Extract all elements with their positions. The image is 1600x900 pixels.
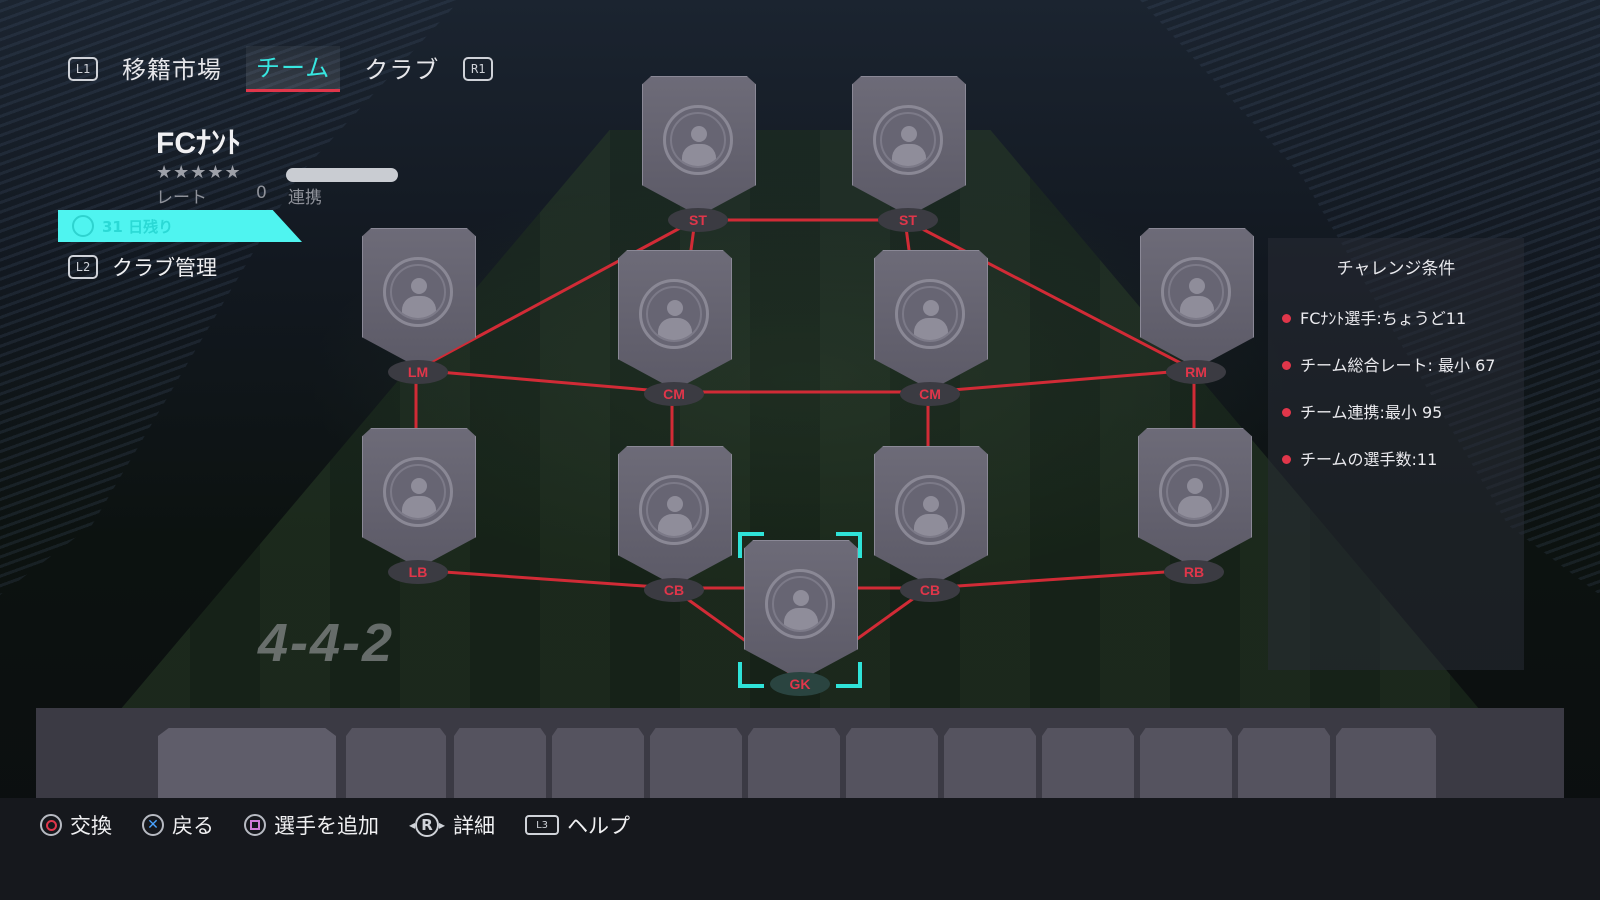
circle-button-icon [40,814,62,836]
bench-slot[interactable] [1238,728,1330,808]
empty-player-card [362,228,476,368]
selection-corner-icon [738,532,764,558]
hint-swap[interactable]: 交換 [40,810,112,840]
requirement-text: チームの選手数:11 [1300,450,1438,469]
player-placeholder-icon [663,105,733,175]
controller-hints: 交換 ✕ 戻る 選手を追加 ◂ R ▸ 詳細 L3 ヘルプ [40,810,652,840]
empty-player-card [1140,228,1254,368]
hint-back[interactable]: ✕ 戻る [142,810,214,840]
requirement-text: チーム総合レート: 最小 67 [1300,356,1496,375]
player-placeholder-icon [895,279,965,349]
challenge-requirements-panel: チャレンジ条件 FCﾅﾝﾄ選手:ちょうど11 チーム総合レート: 最小 67 チ… [1268,238,1524,670]
empty-player-card [744,540,858,680]
player-slot-st-right[interactable]: ST [852,76,966,234]
selection-corner-icon [738,662,764,688]
bullet-icon [1282,408,1291,417]
player-placeholder-icon [383,257,453,327]
position-label: RM [1166,360,1226,384]
player-slot-lm[interactable]: LM [362,228,476,386]
player-slot-lb[interactable]: LB [362,428,476,586]
bullet-icon [1282,455,1291,464]
right-stick-icon: R [415,813,440,837]
touchpad-icon: L3 [525,815,560,835]
bench-slot[interactable] [748,728,840,808]
position-label: GK [770,672,830,696]
hint-help[interactable]: L3 ヘルプ [525,810,630,840]
hint-details[interactable]: ◂ R ▸ 詳細 [409,810,495,840]
position-label: RB [1164,560,1224,584]
right-arrow-icon: ▸ [439,818,446,832]
position-label: CM [644,382,704,406]
bench-slot[interactable] [846,728,938,808]
requirements-list: FCﾅﾝﾄ選手:ちょうど11 チーム総合レート: 最小 67 チーム連携:最小 … [1282,306,1518,494]
player-slot-cm-right[interactable]: CM [874,250,988,408]
empty-player-card [618,446,732,586]
requirement-item: チーム連携:最小 95 [1282,400,1518,425]
player-slot-gk[interactable]: GK [738,532,862,698]
position-label: ST [668,208,728,232]
bench-slot[interactable] [944,728,1036,808]
bench-slot[interactable] [1336,728,1436,808]
bench-slot[interactable] [158,728,336,808]
player-placeholder-icon [639,475,709,545]
position-label: LM [388,360,448,384]
empty-player-card [874,446,988,586]
hint-label: 交換 [70,814,112,838]
empty-player-card [852,76,966,216]
bench-slot[interactable] [346,728,446,808]
position-label: LB [388,560,448,584]
hint-label: 戻る [172,814,214,838]
challenge-title: チャレンジ条件 [1336,259,1456,279]
player-slot-cb-left[interactable]: CB [618,446,732,604]
bench-slot[interactable] [552,728,644,808]
requirement-text: FCﾅﾝﾄ選手:ちょうど11 [1300,309,1467,328]
bullet-icon [1282,361,1291,370]
position-label: ST [878,208,938,232]
player-slot-rm[interactable]: RM [1140,228,1254,386]
cross-button-icon: ✕ [142,814,164,836]
position-label: CB [644,578,704,602]
player-placeholder-icon [895,475,965,545]
hint-label: ヘルプ [567,814,631,838]
player-slot-st-left[interactable]: ST [642,76,756,234]
player-placeholder-icon [1161,257,1231,327]
selection-corner-icon [836,662,862,688]
bench-slot[interactable] [1140,728,1232,808]
empty-player-card [362,428,476,568]
player-placeholder-icon [1159,457,1229,527]
player-slot-cb-right[interactable]: CB [874,446,988,604]
player-placeholder-icon [873,105,943,175]
bench-slot[interactable] [650,728,742,808]
hint-add-player[interactable]: 選手を追加 [244,810,379,840]
empty-player-card [642,76,756,216]
substitutes-bench [36,708,1564,808]
hint-label: 詳細 [453,814,496,838]
player-placeholder-icon [765,569,835,639]
empty-player-card [874,250,988,390]
selection-corner-icon [836,532,862,558]
player-placeholder-icon [639,279,709,349]
empty-player-card [618,250,732,390]
bullet-icon [1282,314,1291,323]
player-slot-cm-left[interactable]: CM [618,250,732,408]
requirement-item: FCﾅﾝﾄ選手:ちょうど11 [1282,306,1518,331]
empty-player-card [1138,428,1252,568]
square-button-icon [244,814,266,836]
requirement-item: チームの選手数:11 [1282,447,1518,472]
player-slot-rb[interactable]: RB [1138,428,1252,586]
player-placeholder-icon [383,457,453,527]
position-label: CM [900,382,960,406]
requirement-text: チーム連携:最小 95 [1300,403,1443,422]
hint-label: 選手を追加 [274,814,379,838]
bench-slot[interactable] [1042,728,1134,808]
requirement-item: チーム総合レート: 最小 67 [1282,353,1518,378]
position-label: CB [900,578,960,602]
bench-slot[interactable] [454,728,546,808]
